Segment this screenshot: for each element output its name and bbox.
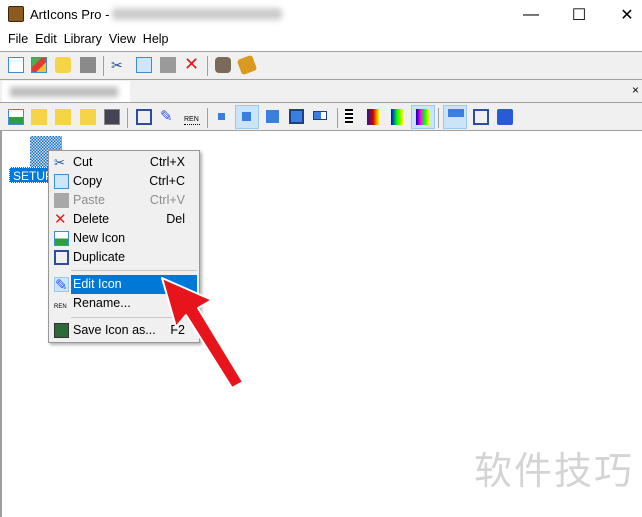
arrow-shape [161,277,244,389]
watermark: 软件技巧 [473,449,634,493]
